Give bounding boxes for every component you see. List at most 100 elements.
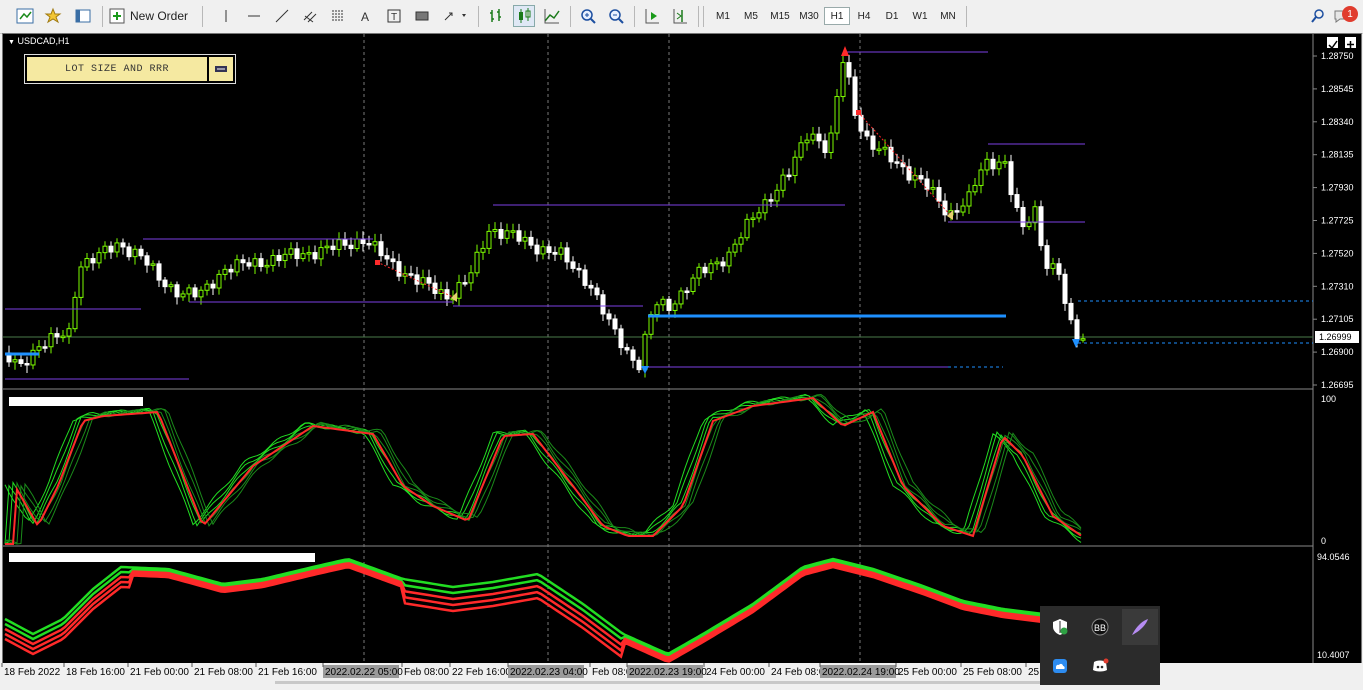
candlestick-chart-icon[interactable] <box>513 5 535 27</box>
price-label: 1.27725 <box>1321 216 1354 226</box>
candle <box>1014 194 1020 208</box>
candle <box>294 248 300 260</box>
time-label: 25 <box>1028 667 1040 678</box>
text-label-icon[interactable]: T <box>384 5 404 27</box>
candle <box>66 328 72 337</box>
trendline-icon[interactable] <box>272 5 292 27</box>
candle <box>738 237 744 245</box>
chart-settings-icon[interactable] <box>1344 36 1357 49</box>
timeframe-h1[interactable]: H1 <box>824 7 850 25</box>
candle <box>774 189 780 202</box>
autoscroll-icon[interactable] <box>641 5 663 27</box>
candle <box>474 251 480 274</box>
text-tool-icon[interactable]: A <box>356 5 376 27</box>
profiles-icon[interactable] <box>42 5 64 27</box>
candle <box>468 272 474 284</box>
candle <box>1080 338 1086 341</box>
svg-text:T: T <box>391 12 397 23</box>
stoch-line <box>4 393 1082 545</box>
candle <box>630 349 636 361</box>
candle <box>78 266 84 298</box>
osc2-max-label: 94.0546 <box>1317 552 1350 562</box>
chart-shift-icon[interactable] <box>669 5 691 27</box>
channel-icon[interactable] <box>300 5 320 27</box>
time-label: 18 Feb 2022 <box>4 667 61 678</box>
toolbar-divider <box>202 6 203 27</box>
horizontal-scrollbar[interactable] <box>275 681 1045 684</box>
candle <box>366 242 372 246</box>
zoom-out-icon[interactable] <box>605 5 627 27</box>
arrows-dropdown-icon[interactable] <box>440 5 470 27</box>
candle <box>696 266 702 279</box>
main-toolbar: New Order A T M1 M5 M15 M30 H1 H4 D1 W1 … <box>0 0 1363 34</box>
lot-size-button[interactable]: LOT SIZE AND RRR <box>26 56 208 82</box>
timeframe-w1[interactable]: W1 <box>907 7 933 25</box>
candle <box>930 187 936 190</box>
dropdown-arrow-icon[interactable]: ▼ <box>8 39 15 46</box>
candle <box>672 303 678 311</box>
discord-icon[interactable] <box>1085 651 1115 681</box>
market-watch-icon[interactable] <box>72 5 94 27</box>
timeframe-mn[interactable]: MN <box>935 7 961 25</box>
candle <box>690 277 696 293</box>
new-order-button[interactable]: New Order <box>108 5 192 27</box>
search-icon[interactable] <box>1308 5 1328 27</box>
candle <box>792 156 798 176</box>
new-order-icon <box>109 8 125 24</box>
candle <box>990 158 996 170</box>
candle <box>216 273 222 289</box>
candle <box>54 333 60 338</box>
candle <box>606 313 612 320</box>
candle <box>114 242 120 253</box>
horizontal-line-icon[interactable] <box>244 5 264 27</box>
candle <box>384 255 390 260</box>
stoch-line <box>4 394 1082 544</box>
candle <box>192 287 198 298</box>
bar-chart-icon[interactable] <box>485 5 507 27</box>
candle <box>594 287 600 296</box>
bb-icon[interactable]: BB <box>1085 612 1115 642</box>
timeframe-m30[interactable]: M30 <box>795 7 823 25</box>
trend-line <box>857 111 952 217</box>
time-label: 2022.02.24 19:00 <box>822 667 900 678</box>
candle <box>246 262 252 267</box>
candle <box>1020 206 1026 228</box>
calculator-icon[interactable] <box>208 56 234 82</box>
tp-marker <box>451 292 457 302</box>
candle <box>420 277 426 285</box>
candle <box>834 96 840 134</box>
checkbox-icon[interactable] <box>1326 36 1339 50</box>
feather-icon[interactable] <box>1122 609 1158 645</box>
candle <box>438 289 444 294</box>
candle <box>1062 273 1068 304</box>
vertical-line-icon[interactable] <box>216 5 236 27</box>
candle <box>1032 206 1038 224</box>
timeframe-m5[interactable]: M5 <box>738 7 764 25</box>
candle <box>960 205 966 213</box>
price-label: 1.27310 <box>1321 281 1354 291</box>
candle <box>534 244 540 255</box>
entry-marker <box>856 110 861 115</box>
chart-window[interactable]: 1.28750 1.28545 1.28340 1.28135 1.27930 1.277… <box>2 33 1362 665</box>
price-label: 1.26695 <box>1321 380 1354 390</box>
rectangle-icon[interactable] <box>412 5 432 27</box>
timeframe-h4[interactable]: H4 <box>851 7 877 25</box>
candle <box>336 239 342 250</box>
timeframe-d1[interactable]: D1 <box>879 7 905 25</box>
candle <box>1026 222 1032 228</box>
candle <box>654 304 660 315</box>
shield-icon[interactable] <box>1045 612 1075 642</box>
toolbar-divider <box>634 6 635 27</box>
fibonacci-icon[interactable] <box>328 5 348 27</box>
candle <box>138 248 144 257</box>
line-chart-icon[interactable] <box>541 5 563 27</box>
timeframe-m1[interactable]: M1 <box>710 7 736 25</box>
candle <box>162 279 168 288</box>
timeframe-m15[interactable]: M15 <box>766 7 794 25</box>
toolbar-divider <box>698 6 699 27</box>
cloud-icon[interactable] <box>1045 651 1075 681</box>
stoch-line <box>4 395 1082 544</box>
candle <box>576 267 582 271</box>
zoom-in-icon[interactable] <box>577 5 599 27</box>
new-chart-icon[interactable] <box>14 5 36 27</box>
